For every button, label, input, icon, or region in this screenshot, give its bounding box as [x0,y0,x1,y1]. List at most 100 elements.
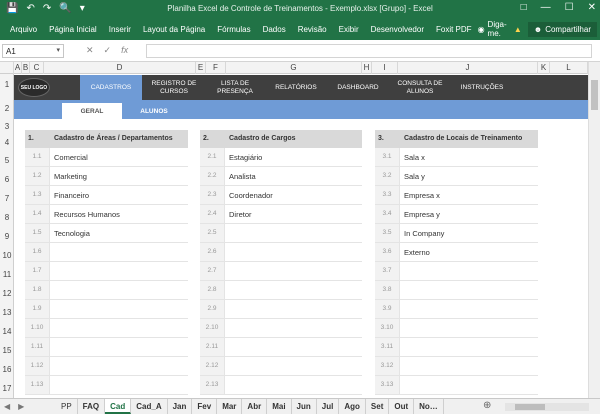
chevron-down-icon[interactable]: ▾ [56,46,60,54]
row-header[interactable]: 2 [0,104,14,113]
table-row[interactable]: 1.9 [25,300,188,319]
table-row[interactable]: 1.10 [25,319,188,338]
row-header[interactable]: 13 [0,308,14,317]
table-row[interactable]: 1.12 [25,357,188,376]
scrollbar-thumb[interactable] [591,80,598,110]
enter-icon[interactable]: ✓ [104,45,112,56]
function-icon[interactable]: fx [121,45,128,56]
table-row[interactable]: 3.12 [375,357,538,376]
tab-inserir[interactable]: Inserir [103,25,137,34]
column-header[interactable]: K [538,62,550,74]
sheet-tab-jul[interactable]: Jul [317,399,340,414]
row-header[interactable]: 1 [0,80,14,89]
tab-formulas[interactable]: Fórmulas [211,25,256,34]
table-row[interactable]: 2.5 [200,224,362,243]
table-row[interactable]: 2.6 [200,243,362,262]
sheet-tab-jun[interactable]: Jun [292,399,317,414]
table-row[interactable]: 3.13 [375,376,538,395]
tab-desenvolvedor[interactable]: Desenvolvedor [365,25,430,34]
row-header[interactable]: 17 [0,384,14,393]
scrollbar-thumb[interactable] [515,404,545,410]
table-row[interactable]: 3.8 [375,281,538,300]
table-row[interactable]: 3.3 Empresa x [375,186,538,205]
column-header[interactable]: A [14,62,22,74]
table-row[interactable]: 3.6 Externo [375,243,538,262]
column-header[interactable]: G [226,62,362,74]
row-header[interactable]: 10 [0,251,14,260]
minimize-icon[interactable]: — [541,2,551,13]
cancel-icon[interactable]: ✕ [86,45,94,56]
maximize-icon[interactable]: ☐ [565,2,574,13]
table-row[interactable]: 3.10 [375,319,538,338]
row-header[interactable]: 12 [0,289,14,298]
table-row[interactable]: 1.6 [25,243,188,262]
table-row[interactable]: 3.11 [375,338,538,357]
sheet-tab-fev[interactable]: Fev [192,399,218,414]
table-row[interactable]: 2.4 Diretor [200,205,362,224]
nav-relatorios[interactable]: RELATÓRIOS [270,75,322,100]
sheet-tab-abr[interactable]: Abr [242,399,268,414]
sheet-tab-set[interactable]: Set [366,399,390,414]
table-row[interactable]: 1.8 [25,281,188,300]
sheet-tab-nov[interactable]: No… [414,399,444,414]
subnav-geral[interactable]: GERAL [62,103,122,119]
nav-consulta-de-alunos[interactable]: CONSULTA DE ALUNOS [394,75,446,100]
tab-exibir[interactable]: Exibir [333,25,365,34]
sheet-tab-jan[interactable]: Jan [168,399,193,414]
row-header[interactable]: 16 [0,365,14,374]
table-row[interactable]: 2.1 Estagiário [200,148,362,167]
name-box[interactable]: A1 ▾ [2,44,64,58]
vertical-scrollbar[interactable] [588,62,600,398]
ribbon-display-icon[interactable]: □ [521,2,527,13]
sheet-tab-cad-a[interactable]: Cad_A [131,399,168,414]
row-header[interactable]: 7 [0,194,14,203]
tab-dados[interactable]: Dados [257,25,292,34]
table-row[interactable]: 2.3 Coordenador [200,186,362,205]
column-header[interactable]: C [30,62,44,74]
table-row[interactable]: 3.9 [375,300,538,319]
table-row[interactable]: 2.7 [200,262,362,281]
prev-sheet-icon[interactable]: ◀ [4,402,10,411]
row-header[interactable]: 8 [0,213,14,222]
table-row[interactable]: 3.4 Empresa y [375,205,538,224]
row-header[interactable]: 15 [0,346,14,355]
table-row[interactable]: 1.7 [25,262,188,281]
table-row[interactable]: 1.2 Marketing [25,167,188,186]
table-row[interactable]: 1.1 Comercial [25,148,188,167]
tell-me-search[interactable]: ◉ Diga-me. ▲ [478,20,528,38]
formula-input[interactable] [146,44,592,58]
tab-foxit-pdf[interactable]: Foxit PDF [430,25,478,34]
nav-dashboard[interactable]: DASHBOARD [332,75,384,100]
row-header[interactable]: 9 [0,232,14,241]
sheet-tab-cad[interactable]: Cad [105,399,132,414]
column-header[interactable]: L [550,62,588,74]
column-header[interactable]: I [372,62,398,74]
sheet-tab-out[interactable]: Out [389,399,415,414]
row-header[interactable]: 11 [0,270,14,279]
table-row[interactable]: 3.7 [375,262,538,281]
table-row[interactable]: 3.2 Sala y [375,167,538,186]
nav-instrucoes[interactable]: INSTRUÇÕES [456,75,508,100]
next-sheet-icon[interactable]: ▶ [18,402,24,411]
column-header[interactable]: H [362,62,372,74]
share-button[interactable]: ☻ Compartilhar [527,21,597,37]
column-header[interactable]: J [398,62,538,74]
table-row[interactable]: 3.1 Sala x [375,148,538,167]
subnav-alunos[interactable]: ALUNOS [126,103,182,119]
table-row[interactable]: 1.4 Recursos Humanos [25,205,188,224]
horizontal-scrollbar[interactable] [505,403,589,411]
table-row[interactable]: 2.11 [200,338,362,357]
row-header[interactable]: 3 [0,122,14,131]
table-row[interactable]: 1.11 [25,338,188,357]
column-header[interactable]: D [44,62,196,74]
row-header[interactable]: 5 [0,156,14,165]
table-row[interactable]: 3.5 In Company [375,224,538,243]
table-row[interactable]: 2.12 [200,357,362,376]
table-row[interactable]: 1.5 Tecnologia [25,224,188,243]
table-row[interactable]: 2.10 [200,319,362,338]
tab-layout[interactable]: Layout da Página [137,25,211,34]
select-all-corner[interactable] [0,62,14,74]
tab-revisao[interactable]: Revisão [292,25,333,34]
row-header[interactable]: 14 [0,327,14,336]
table-row[interactable]: 2.13 [200,376,362,395]
